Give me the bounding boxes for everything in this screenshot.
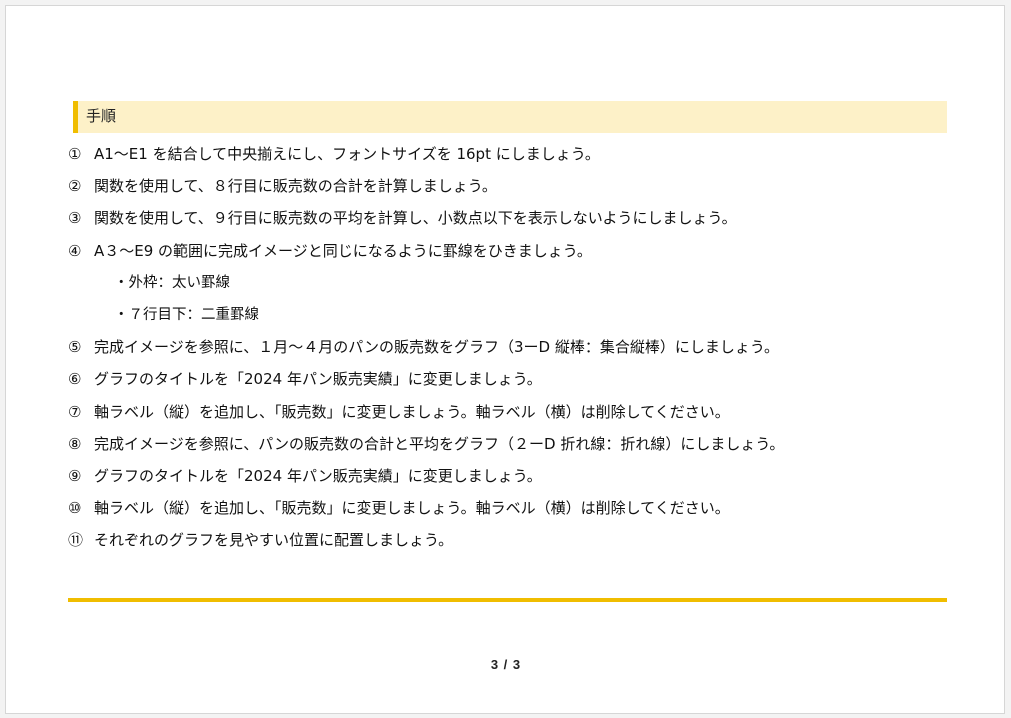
step-item: ② 関数を使用して、８行目に販売数の合計を計算しましょう。: [68, 170, 968, 202]
step-text: A1～E1 を結合して中央揃えにし、フォントサイズを 16pt にしましょう。: [94, 145, 600, 163]
document-viewport: 手順 ① A1～E1 を結合して中央揃えにし、フォントサイズを 16pt にしまし…: [0, 0, 1011, 718]
step-number: ⑧: [68, 434, 82, 453]
step-text: 完成イメージを参照に、パンの販売数の合計と平均をグラフ（２ーD 折れ線：折れ線）…: [94, 434, 785, 453]
step-number: ⑨: [68, 466, 82, 485]
sub-item-text: ・外枠：太い罫線: [114, 274, 230, 291]
step-text: 軸ラベル（縦）を追加し、「販売数」に変更しましょう。軸ラベル（横）は削除してくだ…: [94, 402, 730, 421]
section-title: 手順: [86, 107, 117, 125]
step-number: ①: [68, 145, 82, 163]
sub-item-double-border: ・７行目下：二重罫線: [68, 299, 968, 331]
step-number: ④: [68, 241, 82, 260]
step-number: ⑩: [68, 499, 82, 518]
step-item: ⑦ 軸ラベル（縦）を追加し、「販売数」に変更しましょう。軸ラベル（横）は削除してく…: [68, 396, 968, 428]
section-header: 手順: [73, 101, 947, 133]
step-text: 軸ラベル（縦）を追加し、「販売数」に変更しましょう。軸ラベル（横）は削除してくだ…: [94, 499, 730, 518]
step-item: ⑥ グラフのタイトルを「2024 年パン販売実績」に変更しましょう。: [68, 363, 968, 395]
step-item: ① A1～E1 を結合して中央揃えにし、フォントサイズを 16pt にしましょう。: [68, 138, 968, 170]
step-item: ④ A３～E9 の範囲に完成イメージと同じになるように罫線をひきましょう。: [68, 235, 968, 267]
sub-item-text: ・７行目下：二重罫線: [114, 306, 259, 323]
step-item: ③ 関数を使用して、９行目に販売数の平均を計算し、小数点以下を表示しないようにしま…: [68, 202, 968, 234]
document-page: 手順 ① A1～E1 を結合して中央揃えにし、フォントサイズを 16pt にしまし…: [5, 5, 1005, 714]
steps-list: ① A1～E1 を結合して中央揃えにし、フォントサイズを 16pt にしましょう。…: [68, 138, 968, 556]
step-number: ⑥: [68, 370, 82, 389]
step-text: 関数を使用して、９行目に販売数の平均を計算し、小数点以下を表示しないようにしまし…: [94, 209, 737, 228]
step-text: グラフのタイトルを「2024 年パン販売実績」に変更しましょう。: [94, 370, 542, 389]
sub-item-outer-border: ・外枠：太い罫線: [68, 267, 968, 299]
step-item: ⑩ 軸ラベル（縦）を追加し、「販売数」に変更しましょう。軸ラベル（横）は削除してく…: [68, 492, 968, 524]
step-text: 完成イメージを参照に、１月～４月のパンの販売数をグラフ（3ーD 縦棒：集合縦棒）…: [94, 338, 779, 357]
footer-divider: [68, 598, 947, 602]
step-item: ⑧ 完成イメージを参照に、パンの販売数の合計と平均をグラフ（２ーD 折れ線：折れ線…: [68, 428, 968, 460]
step-text: それぞれのグラフを見やすい位置に配置しましょう。: [94, 531, 454, 550]
step-number: ⑪: [68, 531, 84, 550]
step-text: A３～E9 の範囲に完成イメージと同じになるように罫線をひきましょう。: [94, 241, 592, 260]
step-text: グラフのタイトルを「2024 年パン販売実績」に変更しましょう。: [94, 466, 542, 485]
step-text: 関数を使用して、８行目に販売数の合計を計算しましょう。: [94, 177, 497, 196]
step-number: ⑤: [68, 338, 82, 357]
page-number: 3 / 3: [490, 657, 522, 672]
step-item: ⑪ それぞれのグラフを見やすい位置に配置しましょう。: [68, 524, 968, 556]
step-item: ⑤ 完成イメージを参照に、１月～４月のパンの販売数をグラフ（3ーD 縦棒：集合縦棒…: [68, 331, 968, 363]
step-number: ③: [68, 209, 82, 228]
step-number: ②: [68, 177, 82, 196]
step-number: ⑦: [68, 402, 82, 421]
step-item: ⑨ グラフのタイトルを「2024 年パン販売実績」に変更しましょう。: [68, 460, 968, 492]
